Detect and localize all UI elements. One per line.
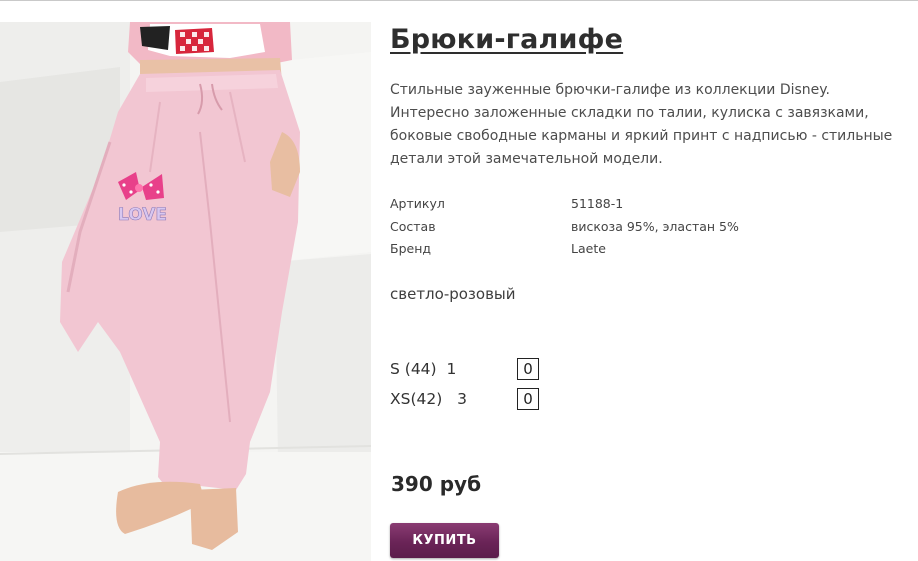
size-stock: 3 (457, 390, 467, 408)
quantity-input-xs[interactable] (517, 388, 539, 410)
spec-value: вискоза 95%, эластан 5% (571, 219, 739, 234)
size-label: S (44) 1 (390, 360, 457, 378)
product-photo[interactable]: LOVE (0, 22, 371, 561)
product-description: Стильные зауженные брючки-галифе из колл… (390, 82, 893, 167)
product-price: 390 руб (391, 472, 482, 496)
size-label: XS(42) 3 (390, 390, 467, 408)
product-photo-illustration: LOVE (0, 22, 371, 561)
size-row-s: S (44) 1 (390, 358, 560, 382)
size-stock: 1 (446, 360, 457, 378)
spec-row-composition: Состав вискоза 95%, эластан 5% (390, 219, 790, 242)
color-name: светло-розовый (390, 285, 516, 303)
print-text: LOVE (118, 205, 167, 225)
top-divider (0, 0, 918, 1)
quantity-input-s[interactable] (517, 358, 539, 380)
spec-value: 51188-1 (571, 196, 624, 211)
spec-row-brand: Бренд Laete (390, 241, 790, 264)
spec-value: Laete (571, 241, 606, 256)
size-row-xs: XS(42) 3 (390, 388, 560, 412)
spec-label: Состав (390, 219, 436, 234)
spec-label: Артикул (390, 196, 445, 211)
buy-button[interactable]: КУПИТЬ (390, 523, 499, 558)
product-title: Брюки-галифе (390, 24, 624, 55)
spec-label: Бренд (390, 241, 432, 256)
spec-row-article: Артикул 51188-1 (390, 196, 790, 219)
